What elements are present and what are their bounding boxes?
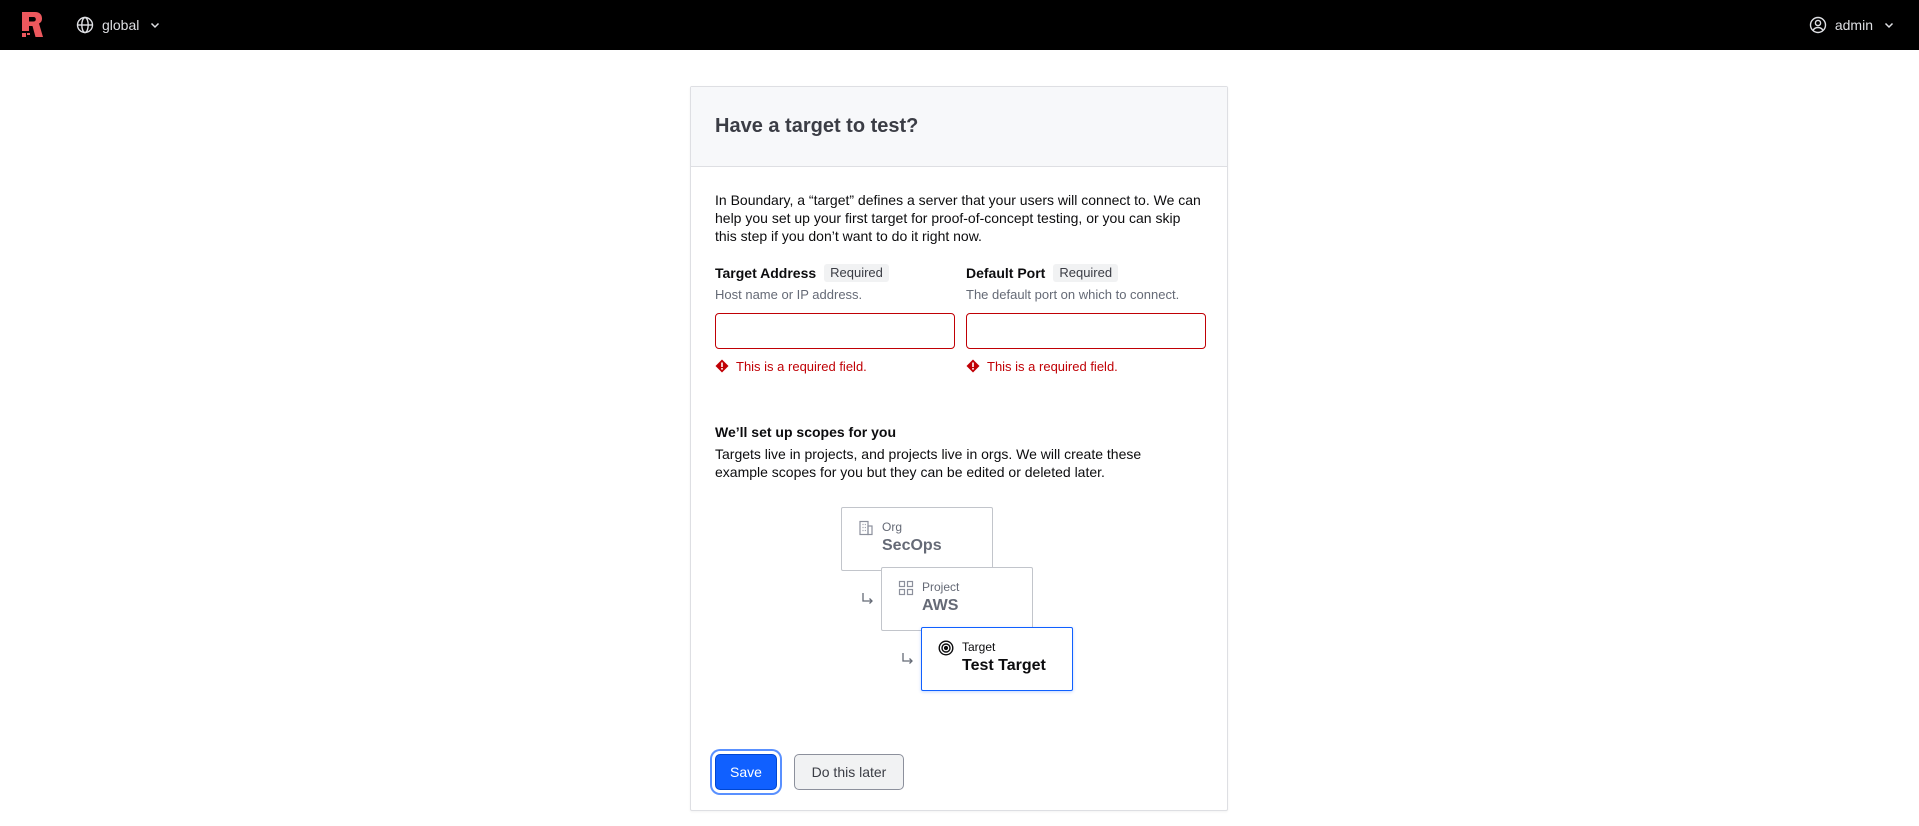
target-scope-box: Target Test Target bbox=[921, 627, 1073, 691]
boundary-logo-icon[interactable] bbox=[20, 11, 45, 39]
user-menu-label: admin bbox=[1834, 17, 1873, 33]
target-address-error-text: This is a required field. bbox=[736, 358, 867, 374]
scopes-description: Targets live in projects, and projects l… bbox=[715, 446, 1142, 480]
building-icon bbox=[859, 520, 873, 536]
target-address-label-row: Target Address Required bbox=[715, 263, 955, 283]
target-address-error: This is a required field. bbox=[715, 357, 955, 375]
target-address-helper: Host name or IP address. bbox=[715, 287, 863, 302]
project-scope-name: AWS bbox=[922, 597, 959, 614]
project-scope-box: Project AWS bbox=[881, 567, 1033, 631]
org-scope-type: Org bbox=[882, 520, 903, 534]
alert-diamond-icon bbox=[966, 359, 980, 373]
target-address-field: Target Address Required Host name or IP … bbox=[715, 263, 955, 375]
page-title: Have a target to test? bbox=[715, 115, 919, 137]
default-port-input[interactable] bbox=[966, 313, 1206, 349]
default-port-error-text: This is a required field. bbox=[987, 358, 1118, 374]
scope-picker[interactable]: global bbox=[76, 13, 161, 37]
scope-picker-label: global bbox=[102, 17, 140, 33]
default-port-label: Default Port bbox=[966, 265, 1046, 281]
org-scope-box: Org SecOps bbox=[841, 507, 993, 571]
globe-icon bbox=[76, 16, 94, 34]
chevron-down-icon bbox=[1884, 22, 1894, 29]
card-header: Have a target to test? bbox=[691, 87, 1227, 167]
chevron-down-icon bbox=[151, 22, 160, 29]
save-button[interactable]: Save bbox=[715, 754, 777, 790]
target-scope-name: Test Target bbox=[962, 657, 1046, 674]
default-port-field: Default Port Required The default port o… bbox=[966, 263, 1206, 375]
intro-text: In Boundary, a “target” defines a server… bbox=[715, 192, 1201, 244]
scopes-title: We’ll set up scopes for you bbox=[715, 424, 897, 440]
top-navbar: global admin bbox=[0, 0, 1919, 50]
default-port-error: This is a required field. bbox=[966, 357, 1206, 375]
default-port-helper: The default port on which to connect. bbox=[966, 287, 1180, 302]
first-target-card: Have a target to test? In Boundary, a “t… bbox=[690, 86, 1228, 811]
target-address-label: Target Address bbox=[715, 265, 817, 281]
org-scope-name: SecOps bbox=[882, 537, 942, 554]
target-icon bbox=[938, 640, 954, 656]
alert-diamond-icon bbox=[715, 359, 729, 373]
user-circle-icon bbox=[1809, 16, 1827, 34]
corner-down-right-icon bbox=[862, 593, 873, 604]
do-this-later-button[interactable]: Do this later bbox=[794, 754, 904, 790]
target-scope-type: Target bbox=[962, 640, 996, 654]
required-badge: Required bbox=[824, 264, 889, 282]
required-badge: Required bbox=[1053, 264, 1119, 282]
corner-down-right-icon bbox=[902, 653, 913, 664]
user-menu[interactable]: admin bbox=[1809, 13, 1895, 37]
target-address-input[interactable] bbox=[715, 313, 955, 349]
project-scope-type: Project bbox=[922, 580, 960, 594]
default-port-label-row: Default Port Required bbox=[966, 263, 1206, 283]
grid-icon bbox=[898, 580, 914, 596]
